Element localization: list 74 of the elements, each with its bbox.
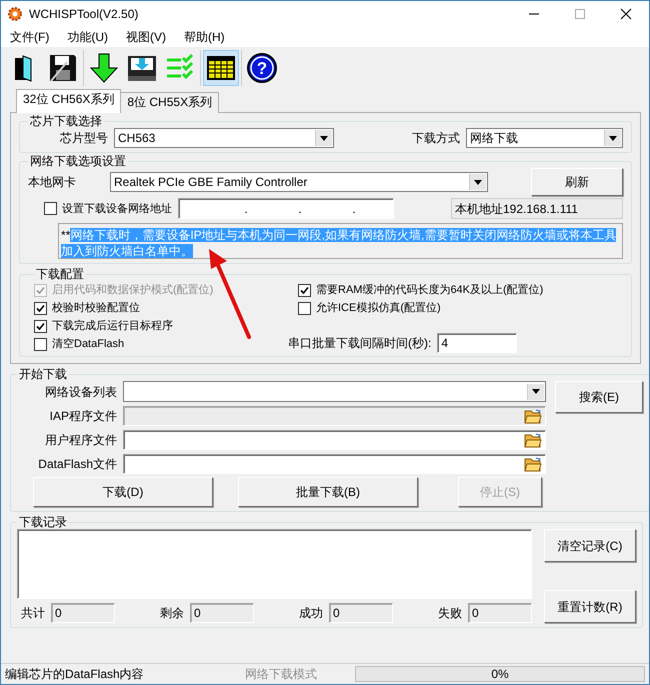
counter-field: 0 bbox=[51, 603, 115, 623]
file-path-field[interactable] bbox=[123, 454, 546, 474]
refresh-button[interactable]: 刷新 bbox=[531, 168, 623, 196]
checkbox-label: 下载完成后运行目标程序 bbox=[52, 319, 173, 333]
menu-item[interactable]: 视图(V) bbox=[123, 29, 169, 45]
note-text: **网络下载时，需要设备IP地址与本机为同一网段,如果有网络防火墙,需要暂时关闭网络防火墙或将本工具加入到防火墙白名单中。 bbox=[58, 223, 623, 259]
counter-label: 失败 bbox=[438, 606, 462, 620]
counter-label: 成功 bbox=[299, 606, 323, 620]
menu-item[interactable]: 帮助(H) bbox=[181, 29, 228, 45]
status-mode: 网络下载模式 bbox=[245, 667, 318, 681]
field-label: 下载方式 bbox=[412, 131, 460, 145]
counter-label: 共计 bbox=[21, 606, 45, 620]
field-label: 用户程序文件 bbox=[44, 433, 117, 447]
search-button[interactable]: 搜索(E) bbox=[555, 381, 643, 413]
interval-field[interactable]: 4 bbox=[437, 333, 518, 353]
local-address-field: 本机地址192.168.1.111 bbox=[451, 198, 623, 219]
ip-address-field[interactable]: . . . bbox=[178, 198, 394, 219]
caret-icon[interactable] bbox=[320, 136, 328, 140]
tab[interactable]: 8位 CH55X系列 bbox=[120, 92, 220, 113]
field-label: 芯片型号 bbox=[59, 131, 108, 145]
caret-icon[interactable] bbox=[609, 136, 617, 140]
reset-count-button[interactable]: 重置计数(R) bbox=[544, 590, 636, 623]
caret-icon[interactable] bbox=[532, 389, 540, 394]
menu-item[interactable]: 文件(F) bbox=[7, 29, 52, 45]
group-title: 网络下载选项设置 bbox=[29, 155, 127, 168]
field-label: 串口批量下载间隔时间(秒): bbox=[288, 336, 432, 350]
action-button[interactable]: 下载(D) bbox=[33, 477, 213, 507]
status-message: 编辑芯片的DataFlash内容 bbox=[4, 667, 145, 681]
ip-separator: . bbox=[244, 202, 248, 216]
clear-log-button[interactable]: 清空记录(C) bbox=[544, 529, 636, 562]
group-title: 下载配置 bbox=[35, 268, 85, 281]
checkbox-label: 需要RAM缓冲的代码长度为64K及以上(配置位) bbox=[316, 283, 544, 297]
field-label: DataFlash文件 bbox=[37, 457, 117, 471]
checkbox-label: 清空DataFlash bbox=[52, 337, 124, 351]
counter-field: 0 bbox=[190, 603, 254, 623]
toolbar-button[interactable] bbox=[203, 50, 239, 86]
file-path-field[interactable] bbox=[123, 430, 546, 450]
folder-icon[interactable] bbox=[524, 432, 542, 448]
menu-item[interactable]: 功能(U) bbox=[64, 29, 111, 45]
checkbox[interactable] bbox=[34, 302, 47, 314]
checkbox-label: 校验时校验配置位 bbox=[52, 301, 140, 315]
field-label: 网络设备列表 bbox=[44, 384, 117, 398]
ip-separator: . bbox=[352, 202, 356, 216]
field-label: 本地网卡 bbox=[28, 175, 77, 189]
gear-icon bbox=[7, 6, 23, 22]
checkbox[interactable] bbox=[298, 284, 311, 296]
checkbox-label: 允许ICE模拟仿真(配置位) bbox=[316, 301, 441, 315]
checkbox[interactable] bbox=[298, 302, 311, 314]
checkbox[interactable] bbox=[44, 202, 57, 215]
checkbox[interactable] bbox=[34, 338, 47, 350]
folder-icon[interactable] bbox=[524, 456, 542, 472]
floppy-icon bbox=[47, 52, 79, 84]
device-list-dropdown[interactable] bbox=[123, 381, 546, 402]
log-area[interactable] bbox=[17, 529, 532, 599]
checkbox-label: 启用代码和数据保护模式(配置位) bbox=[52, 283, 214, 297]
group-title: 下载记录 bbox=[18, 516, 68, 529]
group-title: 芯片下载选择 bbox=[29, 115, 103, 128]
counter-field: 0 bbox=[468, 603, 532, 623]
network-card-dropdown[interactable]: Realtek PCIe GBE Family Controller bbox=[110, 172, 488, 192]
down-arrow-icon bbox=[88, 52, 120, 84]
window-title: WCHISPTool(V2.50) bbox=[29, 7, 140, 21]
chip-dropdown[interactable]: CH563 bbox=[114, 128, 334, 148]
tab[interactable]: 32位 CH56X系列 bbox=[16, 89, 122, 113]
mode-dropdown[interactable]: 网络下载 bbox=[466, 128, 623, 148]
group-title: 开始下载 bbox=[18, 368, 68, 381]
field-label: IAP程序文件 bbox=[48, 409, 117, 423]
counter-label: 剩余 bbox=[160, 606, 184, 620]
caret-icon[interactable] bbox=[474, 180, 482, 184]
progress-reading: 0% bbox=[491, 667, 509, 681]
checkbox-label: 设置下载设备网络地址 bbox=[62, 202, 172, 216]
ip-separator: . bbox=[298, 202, 302, 216]
action-button[interactable]: 批量下载(B) bbox=[238, 477, 418, 507]
checkbox[interactable] bbox=[34, 320, 47, 332]
counter-field: 0 bbox=[329, 603, 393, 623]
